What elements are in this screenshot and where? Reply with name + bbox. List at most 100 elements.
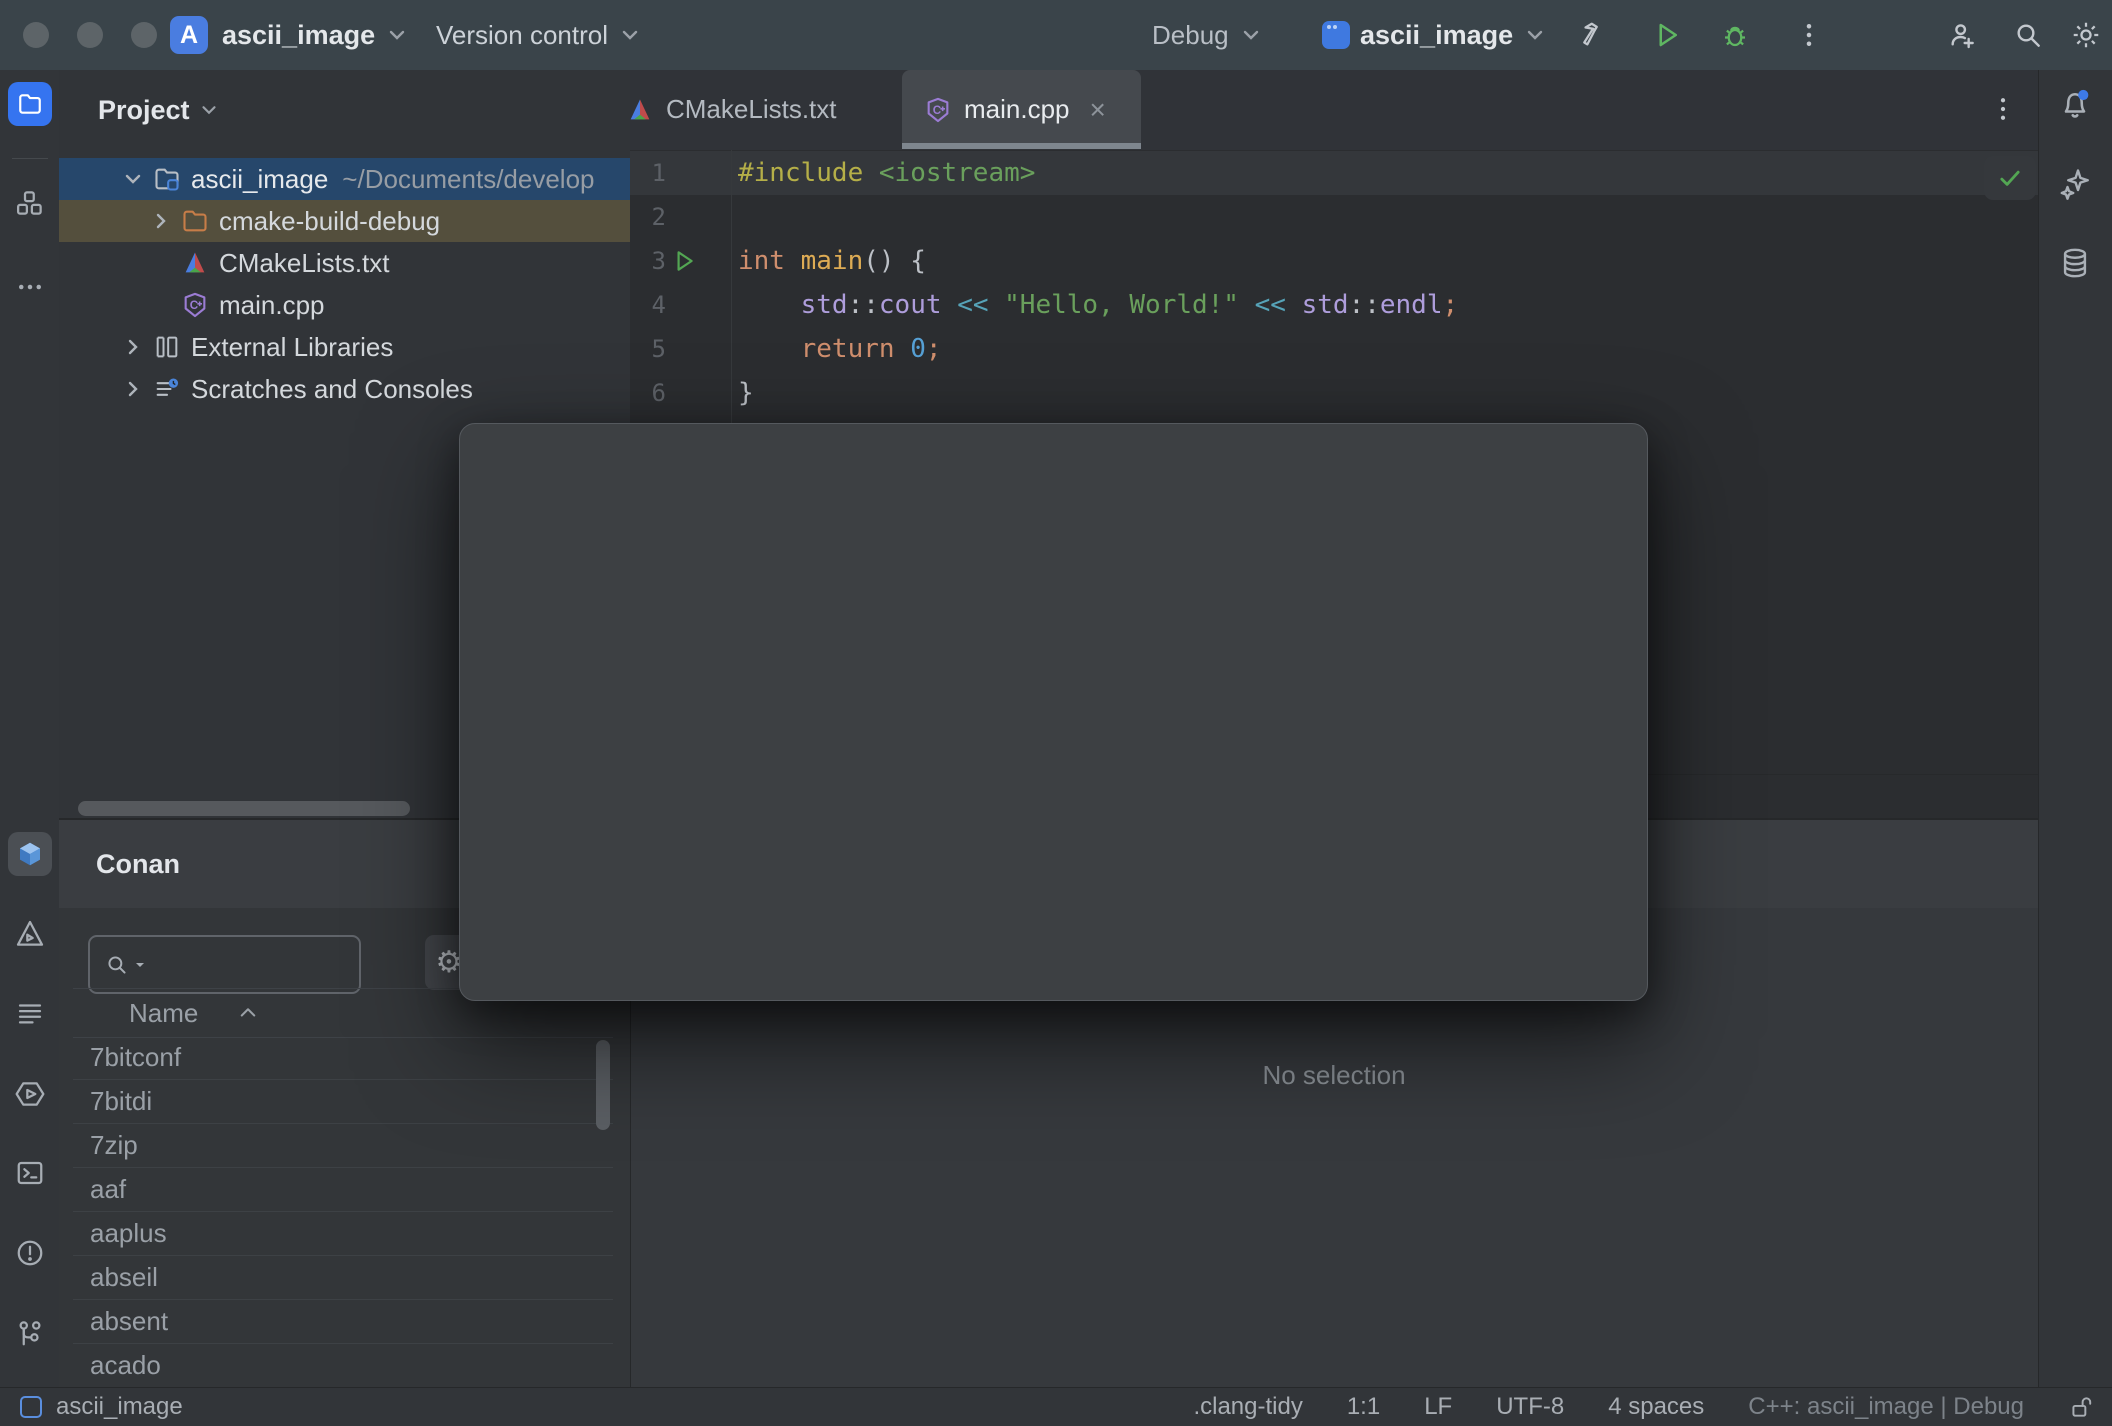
build-hammer-icon[interactable]	[1578, 20, 1608, 50]
code-text: #include <iostream>	[738, 158, 1036, 188]
tree-item-label: main.cpp	[219, 289, 325, 320]
tree-item-label: Scratches and Consoles	[191, 373, 473, 404]
line-number: 2	[651, 203, 666, 231]
line-number: 3	[651, 247, 666, 275]
window-zoom-button[interactable]	[131, 22, 157, 48]
more-tool-windows-icon[interactable]	[0, 272, 59, 302]
tree-item-project-root[interactable]: ascii_image ~/Documents/develop	[59, 158, 630, 200]
status-line-separator[interactable]: LF	[1424, 1393, 1452, 1421]
editor-tab-options-icon[interactable]	[1988, 94, 2018, 124]
chevron-right-icon[interactable]	[149, 209, 173, 233]
chevron-down-icon[interactable]	[121, 167, 145, 191]
database-icon[interactable]	[2038, 246, 2112, 280]
package-row[interactable]: absent	[73, 1300, 613, 1344]
cmake-tool-icon[interactable]	[0, 918, 59, 950]
search-icon	[104, 952, 130, 978]
run-button[interactable]	[1652, 20, 1682, 50]
unlocked-icon[interactable]	[2068, 1394, 2094, 1420]
chevron-down-icon	[618, 23, 642, 47]
status-project-widget[interactable]: ascii_image	[20, 1387, 183, 1426]
chevron-right-icon[interactable]	[121, 377, 145, 401]
ai-assistant-sparkles-icon[interactable]	[2038, 166, 2112, 202]
tree-item-cmakelists[interactable]: CMakeLists.txt	[59, 242, 630, 284]
code-line[interactable]: 3 int main() {	[630, 239, 2038, 283]
line-number: 6	[651, 379, 666, 407]
code-line[interactable]: 1 #include <iostream>	[630, 151, 2038, 195]
vcs-widget[interactable]: Version control	[436, 0, 642, 70]
package-row[interactable]: 7bitconf	[73, 1036, 613, 1080]
tree-item-label: CMakeLists.txt	[219, 247, 390, 278]
conan-panel-title: Conan	[96, 848, 180, 879]
horizontal-scrollbar[interactable]	[78, 801, 410, 816]
tree-item-main-cpp[interactable]: C main.cpp	[59, 284, 630, 326]
structure-icon[interactable]	[0, 188, 59, 218]
project-panel-title-widget[interactable]: Project	[98, 95, 220, 126]
left-tool-strip	[0, 70, 60, 1387]
package-row[interactable]: acado	[73, 1344, 613, 1388]
status-indent[interactable]: 4 spaces	[1608, 1393, 1704, 1421]
scratches-icon	[153, 375, 181, 403]
status-encoding[interactable]: UTF-8	[1496, 1393, 1564, 1421]
svg-text:C: C	[190, 299, 199, 312]
terminal-icon[interactable]	[0, 1158, 59, 1188]
tree-item-path: ~/Documents/develop	[342, 163, 595, 194]
app-icon: A	[170, 16, 208, 54]
column-name-label: Name	[129, 997, 199, 1028]
todo-lines-icon[interactable]	[0, 998, 59, 1028]
cmake-file-icon	[181, 249, 209, 277]
code-line[interactable]: 4 std::cout << "Hello, World!" << std::e…	[630, 283, 2038, 327]
close-icon[interactable]: ×	[1090, 94, 1106, 126]
package-row[interactable]: aaplus	[73, 1212, 613, 1256]
package-search-input[interactable]	[88, 935, 361, 994]
svg-text:C: C	[933, 104, 942, 117]
window-close-button[interactable]	[23, 22, 49, 48]
code-line[interactable]: 6}	[630, 371, 2038, 415]
project-widget[interactable]: ascii_image	[222, 0, 409, 70]
tool-project-button[interactable]	[8, 82, 52, 126]
chevron-right-icon[interactable]	[121, 335, 145, 359]
vertical-scrollbar[interactable]	[596, 1040, 610, 1130]
package-row[interactable]: abseil	[73, 1256, 613, 1300]
add-user-icon[interactable]	[1946, 19, 1978, 51]
code-line[interactable]: 2	[630, 195, 2038, 239]
status-caret-position[interactable]: 1:1	[1347, 1393, 1380, 1421]
tab-main-cpp[interactable]: C main.cpp ×	[902, 70, 1141, 149]
tab-label: CMakeLists.txt	[666, 94, 837, 124]
notifications-bell-icon[interactable]	[2038, 86, 2112, 122]
run-target-selector[interactable]: ascii_image	[1322, 0, 1547, 70]
tree-item-cmake-build-debug[interactable]: cmake-build-debug	[59, 200, 630, 242]
debug-config-selector[interactable]: Debug	[1152, 0, 1263, 70]
more-actions-icon[interactable]	[1794, 20, 1824, 50]
settings-gear-icon[interactable]	[2070, 19, 2102, 51]
window-minimize-button[interactable]	[77, 22, 103, 48]
tree-item-scratches[interactable]: Scratches and Consoles	[59, 368, 630, 410]
tree-item-external-libraries[interactable]: External Libraries	[59, 326, 630, 368]
debug-button[interactable]	[1720, 20, 1750, 50]
active-tab-indicator	[902, 143, 1141, 149]
status-resolve-context[interactable]: C++: ascii_image | Debug	[1748, 1393, 2024, 1421]
search-icon[interactable]	[2012, 19, 2044, 51]
git-branch-icon[interactable]	[0, 1318, 59, 1348]
search-filter-caret-icon	[134, 959, 146, 971]
package-list: 7bitconf 7bitdi 7zip aaf aaplus abseil absent a…	[73, 1036, 613, 1388]
title-bar: A ascii_image Version control Debug asci…	[0, 0, 2112, 71]
line-number: 1	[651, 159, 666, 187]
services-icon[interactable]	[0, 1078, 59, 1110]
package-row[interactable]: 7bitdi	[73, 1080, 613, 1124]
code-line[interactable]: 5 return 0;	[630, 327, 2038, 371]
run-gutter-icon[interactable]	[666, 248, 702, 274]
conan-cube-icon	[15, 839, 45, 869]
status-project-name: ascii_image	[56, 1392, 183, 1420]
status-clang-tidy[interactable]: .clang-tidy	[1193, 1393, 1302, 1421]
inspections-widget[interactable]	[1984, 156, 2036, 200]
package-row[interactable]: aaf	[73, 1168, 613, 1212]
code-text: std::cout << "Hello, World!" << std::end…	[800, 290, 1459, 320]
tab-cmakelists[interactable]: CMakeLists.txt	[604, 70, 859, 149]
excluded-folder-icon	[181, 207, 209, 235]
no-selection-label: No selection	[1262, 1060, 1406, 1090]
package-row[interactable]: 7zip	[73, 1124, 613, 1168]
problems-icon[interactable]	[0, 1238, 59, 1268]
run-target-icon	[1322, 21, 1350, 49]
tool-conan-button[interactable]	[8, 832, 52, 876]
project-panel-title: Project	[98, 94, 190, 125]
